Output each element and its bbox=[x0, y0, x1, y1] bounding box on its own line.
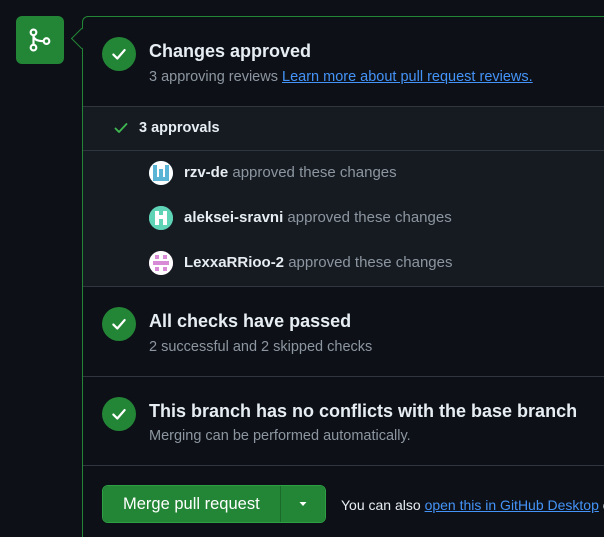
divider bbox=[83, 465, 604, 466]
merge-box: Changes approved 3 approving reviews Lea… bbox=[0, 0, 604, 537]
desktop-hint-prefix: You can also bbox=[341, 497, 425, 513]
reviewer-row: aleksei-sravni approved these changes bbox=[83, 196, 604, 241]
reviewer-action: approved these changes bbox=[284, 254, 453, 271]
no-conflicts-icon bbox=[102, 397, 136, 431]
merge-status-badge bbox=[16, 16, 64, 64]
reviewer-row: LexxaRRioo-2 approved these changes bbox=[83, 241, 604, 286]
avatar[interactable] bbox=[149, 206, 173, 230]
checks-title: All checks have passed bbox=[149, 311, 352, 331]
review-subtitle: 3 approving reviews Learn more about pul… bbox=[149, 69, 533, 85]
reviewer-row: rzv-de approved these changes bbox=[83, 151, 604, 196]
merge-options-dropdown[interactable] bbox=[280, 486, 325, 522]
avatar[interactable] bbox=[149, 251, 173, 275]
conflicts-subtitle: Merging can be performed automatically. bbox=[149, 428, 411, 444]
desktop-hint-suffix: o bbox=[599, 497, 604, 513]
desktop-hint: You can also open this in GitHub Desktop… bbox=[341, 497, 604, 513]
reviewer-name[interactable]: rzv-de bbox=[184, 164, 228, 181]
learn-more-link[interactable]: Learn more about pull request reviews. bbox=[282, 69, 533, 85]
conflicts-title: This branch has no conflicts with the ba… bbox=[149, 401, 578, 421]
merge-button-group: Merge pull request bbox=[102, 485, 326, 523]
check-icon bbox=[114, 123, 128, 133]
git-merge-icon bbox=[29, 28, 51, 52]
review-title: Changes approved bbox=[149, 41, 312, 61]
reviewer-name[interactable]: LexxaRRioo-2 bbox=[184, 254, 284, 271]
merge-pull-request-button[interactable]: Merge pull request bbox=[103, 486, 281, 522]
divider bbox=[83, 286, 604, 287]
reviewer-name[interactable]: aleksei-sravni bbox=[184, 209, 283, 226]
triangle-down-icon bbox=[299, 502, 307, 506]
checks-subtitle: 2 successful and 2 skipped checks bbox=[149, 339, 373, 355]
avatar[interactable] bbox=[149, 161, 173, 185]
approvals-toggle[interactable]: 3 approvals bbox=[83, 107, 604, 150]
approvals-count: 3 approvals bbox=[139, 120, 220, 136]
reviewer-action: approved these changes bbox=[228, 164, 397, 181]
approved-check-icon bbox=[102, 37, 136, 71]
reviewer-action: approved these changes bbox=[283, 209, 452, 226]
review-count-text: 3 approving reviews bbox=[149, 69, 282, 85]
merge-panel: Changes approved 3 approving reviews Lea… bbox=[82, 16, 604, 537]
checks-passed-icon bbox=[102, 307, 136, 341]
divider bbox=[83, 376, 604, 377]
open-in-desktop-link[interactable]: open this in GitHub Desktop bbox=[425, 497, 599, 513]
